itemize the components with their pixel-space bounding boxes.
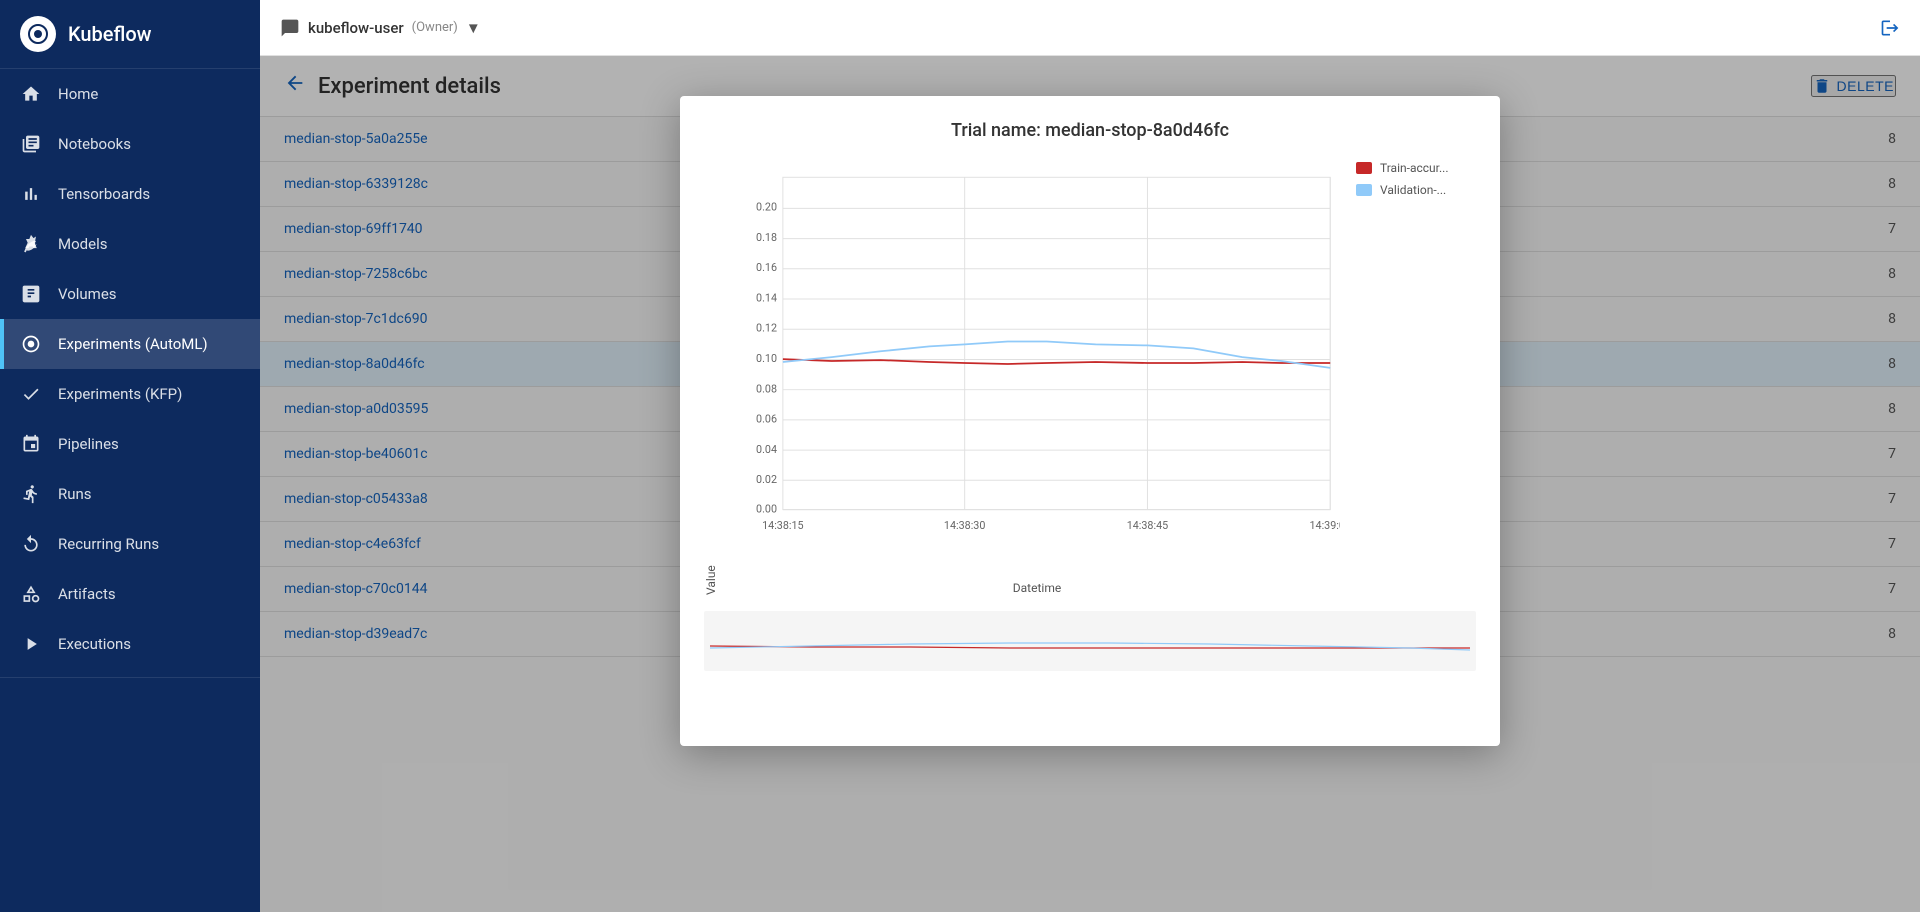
mini-chart: [704, 611, 1476, 671]
logo-icon: [20, 16, 56, 52]
pipelines-icon: [20, 433, 42, 455]
executions-icon: [20, 633, 42, 655]
experiments-automl-icon: [20, 333, 42, 355]
modal-dialog: Trial name: median-stop-8a0d46fc Value: [680, 96, 1500, 746]
recurring-runs-icon: [20, 533, 42, 555]
legend-label-validation: Validation-...: [1380, 183, 1446, 197]
topbar: kubeflow-user (Owner) ▼: [260, 0, 1920, 56]
chart-svg: 0.20 0.18 0.16 0.14 0.12 0.10 0.08 0.06 …: [734, 153, 1340, 573]
svg-text:0.04: 0.04: [756, 443, 777, 456]
svg-text:14:38:15: 14:38:15: [762, 519, 803, 532]
sidebar-label-recurring-runs: Recurring Runs: [58, 535, 159, 553]
sidebar-item-notebooks[interactable]: Notebooks: [0, 119, 260, 169]
legend-color-validation: [1356, 184, 1372, 196]
svg-text:0.10: 0.10: [756, 352, 777, 365]
svg-text:0.12: 0.12: [756, 322, 777, 335]
topbar-left: kubeflow-user (Owner) ▼: [280, 18, 481, 38]
notebook-icon: [20, 133, 42, 155]
legend-color-train: [1356, 162, 1372, 174]
legend-item-validation: Validation-...: [1356, 183, 1476, 197]
home-icon: [20, 83, 42, 105]
svg-text:0.06: 0.06: [756, 413, 777, 426]
legend-item-train: Train-accur...: [1356, 161, 1476, 175]
logo-area: Kubeflow: [0, 0, 260, 69]
mini-chart-svg: [704, 611, 1476, 671]
sidebar-label-experiments-kfp: Experiments (KFP): [58, 385, 182, 403]
topbar-logout[interactable]: [1880, 18, 1900, 38]
sidebar-label-home: Home: [58, 85, 98, 103]
sidebar-label-tensorboards: Tensorboards: [58, 185, 150, 203]
svg-text:0.14: 0.14: [756, 291, 777, 304]
sidebar-item-experiments-kfp[interactable]: Experiments (KFP): [0, 369, 260, 419]
sidebar-label-models: Models: [58, 235, 107, 253]
sidebar-item-experiments-automl[interactable]: Experiments (AutoML): [0, 319, 260, 369]
topbar-role: (Owner): [412, 20, 458, 35]
svg-text:14:38:45: 14:38:45: [1127, 519, 1168, 532]
svg-text:0.02: 0.02: [756, 473, 777, 486]
content-area: Experiment details DELETE median-stop-5a…: [260, 56, 1920, 912]
models-icon: [20, 233, 42, 255]
sidebar-label-artifacts: Artifacts: [58, 585, 116, 603]
svg-text:14:38:30: 14:38:30: [944, 519, 985, 532]
sidebar-item-recurring-runs[interactable]: Recurring Runs: [0, 519, 260, 569]
artifacts-icon: [20, 583, 42, 605]
tensorboards-icon: [20, 183, 42, 205]
svg-text:0.20: 0.20: [756, 201, 777, 214]
modal-title: Trial name: median-stop-8a0d46fc: [680, 96, 1500, 153]
y-axis-label: Value: [704, 153, 718, 595]
sidebar-label-pipelines: Pipelines: [58, 435, 119, 453]
topbar-user: kubeflow-user: [308, 19, 404, 37]
volumes-icon: [20, 283, 42, 305]
svg-text:0.16: 0.16: [756, 261, 777, 274]
sidebar-label-runs: Runs: [58, 485, 92, 503]
main-area: kubeflow-user (Owner) ▼ Experiment detai…: [260, 0, 1920, 912]
x-axis-label: Datetime: [734, 581, 1340, 595]
svg-text:14:39:00: 14:39:00: [1309, 519, 1340, 532]
chart-main: 0.20 0.18 0.16 0.14 0.12 0.10 0.08 0.06 …: [734, 153, 1340, 595]
experiments-kfp-icon: [20, 383, 42, 405]
sidebar-item-artifacts[interactable]: Artifacts: [0, 569, 260, 619]
sidebar-label-executions: Executions: [58, 635, 131, 653]
sidebar-label-experiments-automl: Experiments (AutoML): [58, 335, 208, 353]
modal-overlay[interactable]: Trial name: median-stop-8a0d46fc Value: [260, 56, 1920, 912]
chart-wrapper: Value: [704, 153, 1476, 595]
app-name: Kubeflow: [68, 22, 152, 46]
sidebar-item-models[interactable]: Models: [0, 219, 260, 269]
sidebar-divider: [0, 677, 260, 678]
svg-text:0.00: 0.00: [756, 503, 777, 516]
sidebar-label-volumes: Volumes: [58, 285, 117, 303]
logout-icon: [1880, 18, 1900, 38]
sidebar-label-notebooks: Notebooks: [58, 135, 131, 153]
sidebar-item-volumes[interactable]: Volumes: [0, 269, 260, 319]
runs-icon: [20, 483, 42, 505]
sidebar-item-runs[interactable]: Runs: [0, 469, 260, 519]
sidebar-item-home[interactable]: Home: [0, 69, 260, 119]
sidebar-item-pipelines[interactable]: Pipelines: [0, 419, 260, 469]
namespace-icon: [280, 18, 300, 38]
svg-text:0.08: 0.08: [756, 382, 777, 395]
legend-label-train: Train-accur...: [1380, 161, 1448, 175]
sidebar: Kubeflow Home Notebooks Tensorboards Mod…: [0, 0, 260, 912]
sidebar-item-tensorboards[interactable]: Tensorboards: [0, 169, 260, 219]
svg-text:0.18: 0.18: [756, 231, 777, 244]
topbar-dropdown-icon[interactable]: ▼: [466, 19, 481, 37]
chart-legend: Train-accur... Validation-...: [1356, 153, 1476, 595]
sidebar-item-executions[interactable]: Executions: [0, 619, 260, 669]
chart-area: Value: [680, 153, 1500, 611]
